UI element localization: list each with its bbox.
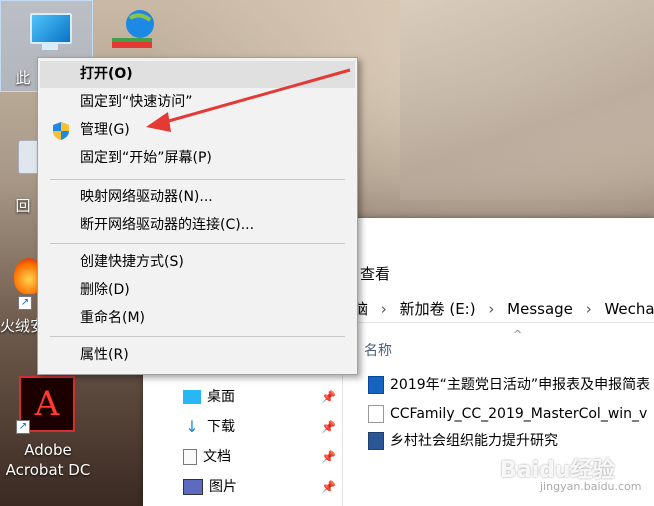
arrow-shaft: [157, 68, 351, 126]
arrow-head: [146, 112, 171, 132]
annotation-arrow: [146, 68, 351, 132]
watermark-url: jingyan.baidu.com: [540, 480, 642, 493]
